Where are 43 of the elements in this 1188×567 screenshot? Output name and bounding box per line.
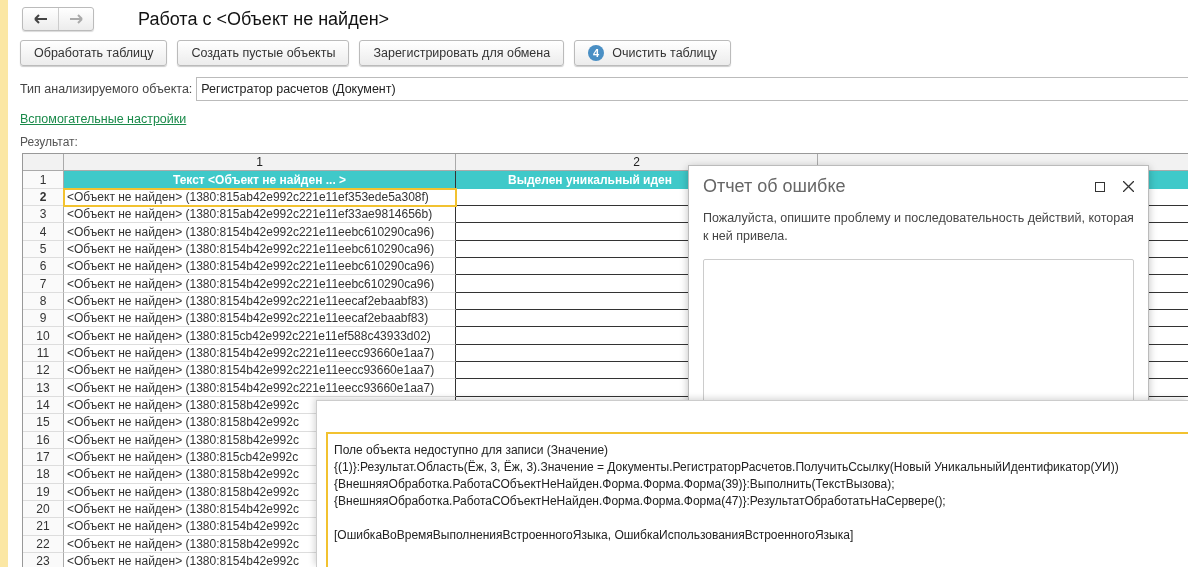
table-cell[interactable]: <Объект не найден> (1380:8154b42e992c221e11eecc93660e1aa7) [64,362,456,380]
table-cell[interactable]: <Объект не найден> (1380:8154b42e992c221e11eecaf2ebaabf83) [64,292,456,311]
toolbar-button[interactable]: Создать пустые объекты [177,40,350,66]
table-cell[interactable]: <Объект не найден> (1380:8154b42e992c221e11eecc93660e1aa7) [64,379,456,397]
table-cell[interactable]: <Объект не найден> (1380:8154b42e992c221e11eebc610290ca96) [64,275,456,293]
dialog-description: Пожалуйста, опишите проблему и последовательность действий, которая к ней привела. [703,210,1134,245]
settings-link[interactable]: Вспомогательные настройки [20,112,187,126]
arrow-left-icon [33,14,48,24]
error-details-field[interactable] [326,432,1188,567]
row-number: 6 [23,258,64,276]
row-number: 13 [23,379,64,397]
row-number: 3 [23,206,64,224]
maximize-icon[interactable] [1095,181,1105,192]
field-label: Тип анализируемого объекта: [20,82,193,96]
row-number: 18 [23,466,64,484]
object-type-field[interactable]: Регистратор расчетов (Документ) [196,77,1188,101]
column-header: 1 [64,154,456,172]
count-badge: 4 [588,45,605,61]
result-label: Результат: [20,135,79,149]
toolbar-button[interactable]: Зарегистрировать для обмена [359,40,565,66]
row-number: 12 [23,362,64,380]
arrow-right-icon [69,14,83,24]
table-cell[interactable]: <Объект не найден> (1380:815ab42e992c221e11ef353ede5a308f) [64,188,456,207]
row-number: 15 [23,414,64,432]
row-number: 10 [23,327,64,345]
table-cell[interactable]: <Объект не найден> (1380:8154b42e992c221e11eebc610290ca96) [64,240,456,259]
table-cell[interactable]: <Объект не найден> (1380:815cb42e992c221e11ef588c43933d02) [64,327,456,345]
row-number: 4 [23,223,64,241]
table-cell[interactable]: <Объект не найден> (1380:8154b42e992c221e11eebc610290ca96) [64,223,456,241]
row-number: 9 [23,310,64,328]
table-cell[interactable]: <Объект не найден> (1380:815ab42e992c221e11ef33ae9814656b) [64,206,456,224]
row-number: 1 [23,171,64,189]
row-number: 7 [23,275,64,293]
corner-cell [23,154,64,172]
table-cell[interactable]: <Объект не найден> (1380:8154b42e992c221e11eecc93660e1aa7) [64,344,456,363]
toolbar-button[interactable]: 4 Очистить таблицу [574,40,731,66]
toolbar-button[interactable]: Обработать таблицу [20,40,168,66]
close-icon[interactable] [1123,181,1134,192]
header-cell: Текст <Объект не найден ... > [64,171,456,189]
table-cell[interactable]: <Объект не найден> (1380:8154b42e992c221e11eebc610290ca96) [64,258,456,276]
table-cell[interactable]: <Объект не найден> (1380:8154b42e992c221e11eecaf2ebaabf83) [64,310,456,328]
row-number: 21 [23,518,64,536]
window-title: Работа с <Объект не найден> [138,8,390,30]
